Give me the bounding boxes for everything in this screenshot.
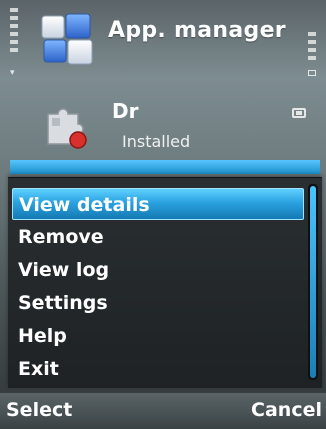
menu-item-help[interactable]: Help: [12, 320, 304, 352]
cancel-softkey[interactable]: Cancel: [251, 399, 322, 421]
menu-item-view-log[interactable]: View log: [12, 254, 304, 286]
battery-level-indicator: [308, 32, 316, 70]
softkey-bar: Select Cancel: [0, 393, 326, 429]
item-name: Dr: [112, 99, 139, 123]
item-status: Installed: [122, 132, 191, 151]
menu-item-exit[interactable]: Exit: [12, 353, 304, 385]
menu-item-remove[interactable]: Remove: [12, 221, 304, 253]
memory-card-icon: [292, 108, 306, 118]
menu-scrollbar[interactable]: [308, 184, 318, 380]
select-softkey[interactable]: Select: [6, 399, 72, 421]
list-item[interactable]: Dr Installed: [0, 92, 326, 162]
page-title: App. manager: [108, 18, 286, 43]
battery-icon: [308, 70, 316, 76]
menu-item-view-details[interactable]: View details: [12, 188, 304, 220]
app-manager-icon: [38, 10, 100, 72]
menu-item-settings[interactable]: Settings: [12, 287, 304, 319]
signal-strength-indicator: [10, 8, 18, 70]
selected-list-item-highlight: [10, 160, 320, 174]
antenna-icon: ▾: [10, 68, 15, 78]
options-menu: View details Remove View log Settings He…: [8, 177, 322, 388]
puzzle-package-icon: [40, 100, 92, 152]
menu-scrollbar-thumb[interactable]: [310, 186, 316, 378]
